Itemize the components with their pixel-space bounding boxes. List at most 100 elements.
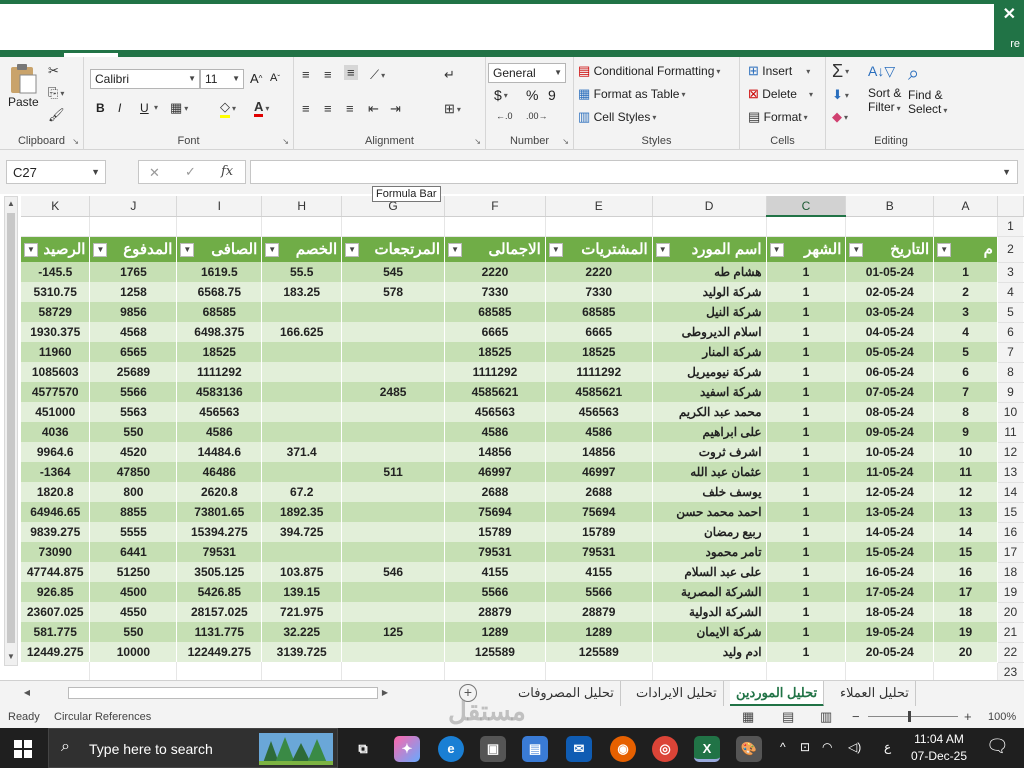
column-header-b[interactable]: B — [845, 196, 935, 217]
row-header[interactable]: 14 — [996, 482, 1024, 503]
table-cell[interactable] — [261, 402, 343, 422]
column-header-f[interactable]: F — [444, 196, 546, 217]
close-icon[interactable]: ✕ — [1003, 4, 1016, 24]
scroll-right-icon[interactable]: ▶ — [378, 686, 392, 700]
cell-i1[interactable] — [176, 216, 263, 237]
cell-f23[interactable] — [444, 662, 546, 683]
table-cell[interactable]: 1 — [766, 622, 847, 642]
table-cell[interactable]: 01-05-24 — [845, 262, 935, 282]
italic-button[interactable]: I — [118, 101, 121, 115]
table-cell[interactable]: 4500 — [89, 582, 178, 602]
table-cell[interactable] — [341, 522, 446, 542]
table-cell[interactable]: 79531 — [176, 542, 263, 562]
format-as-table-button[interactable]: ▦ Format as Table ▾ — [578, 86, 685, 102]
cut-button[interactable]: ✂ — [48, 63, 59, 79]
shrink-font-button[interactable]: Aˇ — [270, 72, 280, 84]
table-cell[interactable]: 18525 — [176, 342, 263, 362]
cell-c23[interactable] — [766, 662, 847, 683]
table-cell[interactable]: 7330 — [545, 282, 653, 302]
table-cell[interactable]: 15-05-24 — [845, 542, 935, 562]
currency-button[interactable]: $ ▾ — [494, 87, 508, 103]
cell-k23[interactable] — [21, 662, 91, 683]
page-break-view-icon[interactable]: ▥ — [820, 709, 832, 725]
filter-dropdown-icon[interactable]: ▼ — [849, 242, 864, 257]
launcher-icon[interactable]: ↘ — [474, 137, 481, 146]
table-cell[interactable]: 2 — [933, 282, 998, 302]
increase-decimal-button[interactable]: ←.0 — [496, 111, 513, 121]
table-cell[interactable]: تامر محمود — [652, 542, 767, 562]
table-cell[interactable]: 11960 — [21, 342, 91, 362]
table-cell[interactable]: 4520 — [89, 442, 178, 462]
table-cell[interactable]: 125589 — [545, 642, 653, 662]
table-cell[interactable]: 12449.275 — [21, 642, 91, 662]
table-cell[interactable]: شركة الايمان — [652, 622, 767, 642]
row-header[interactable]: 22 — [996, 642, 1024, 663]
header-cell[interactable]: ▼ التاريخ — [845, 236, 935, 262]
table-cell[interactable]: 2688 — [545, 482, 653, 502]
comma-button[interactable]: 9 — [548, 87, 556, 103]
row-header[interactable]: 13 — [996, 462, 1024, 483]
table-cell[interactable] — [341, 302, 446, 322]
cell-g1[interactable] — [341, 216, 446, 237]
table-cell[interactable]: 9964.6 — [21, 442, 91, 462]
table-cell[interactable]: 17 — [933, 582, 998, 602]
sheet-tab-3[interactable]: تحليل الموردين — [730, 681, 825, 707]
cell-d1[interactable] — [652, 216, 767, 237]
zoom-out-icon[interactable]: − — [852, 709, 860, 724]
table-cell[interactable]: 06-05-24 — [845, 362, 935, 382]
cell-d23[interactable] — [652, 662, 767, 683]
cell-f1[interactable] — [444, 216, 546, 237]
table-cell[interactable]: 721.975 — [261, 602, 343, 622]
header-cell[interactable]: ▼ الاجمالى — [444, 236, 546, 262]
filter-dropdown-icon[interactable]: ▼ — [93, 242, 108, 257]
table-cell[interactable]: 03-05-24 — [845, 302, 935, 322]
cell-b23[interactable] — [845, 662, 935, 683]
table-cell[interactable]: الشركة الدولية — [652, 602, 767, 622]
filter-dropdown-icon[interactable]: ▼ — [180, 242, 195, 257]
cell-e1[interactable] — [545, 216, 653, 237]
table-cell[interactable]: 20-05-24 — [845, 642, 935, 662]
filter-dropdown-icon[interactable]: ▼ — [345, 242, 360, 257]
worksheet-grid[interactable]: ▲ ▼ K J I H G F E D C B A 1 ▼ الرصيد ▼ المدفوع ▼ الصافى ▼ ا… — [0, 196, 1024, 683]
launcher-icon[interactable]: ↘ — [282, 137, 289, 146]
table-cell[interactable]: 10000 — [89, 642, 178, 662]
table-cell[interactable]: 2485 — [341, 382, 446, 402]
scroll-thumb[interactable] — [7, 213, 15, 643]
table-cell[interactable]: 1 — [766, 642, 847, 662]
number-format-select[interactable]: General ▼ — [488, 63, 566, 83]
table-cell[interactable]: 8 — [933, 402, 998, 422]
table-cell[interactable]: 456563 — [444, 402, 546, 422]
enter-icon[interactable]: ✓ — [185, 164, 196, 180]
table-cell[interactable]: 1 — [766, 322, 847, 342]
launcher-icon[interactable]: ↘ — [562, 137, 569, 146]
wifi-icon[interactable]: ◠ — [822, 740, 832, 754]
table-cell[interactable]: 79531 — [444, 542, 546, 562]
table-cell[interactable] — [261, 362, 343, 382]
table-cell[interactable]: 11 — [933, 462, 998, 482]
row-header[interactable]: 17 — [996, 542, 1024, 563]
column-header-c[interactable]: C — [766, 196, 847, 217]
borders-button[interactable]: ▦ ▾ — [170, 100, 188, 116]
cell-a23[interactable] — [933, 662, 998, 683]
clear-button[interactable]: ◆ ▾ — [832, 109, 848, 125]
zoom-in-icon[interactable]: + — [964, 709, 972, 724]
percent-button[interactable]: % — [526, 87, 538, 103]
table-cell[interactable]: 07-05-24 — [845, 382, 935, 402]
table-cell[interactable]: 3505.125 — [176, 562, 263, 582]
table-cell[interactable]: 19 — [933, 622, 998, 642]
table-cell[interactable]: 183.25 — [261, 282, 343, 302]
bold-button[interactable]: B — [96, 101, 105, 115]
column-header-d[interactable]: D — [652, 196, 767, 217]
zoom-level[interactable]: 100% — [988, 711, 1016, 723]
sheet-tab-2[interactable]: تحليل الايرادات — [630, 681, 724, 707]
header-cell[interactable]: ▼ الصافى — [176, 236, 263, 262]
column-header-k[interactable]: K — [21, 196, 91, 217]
table-cell[interactable]: 125589 — [444, 642, 546, 662]
increase-indent-button[interactable]: ⇥ — [390, 101, 401, 117]
table-cell[interactable]: 1085603 — [21, 362, 91, 382]
table-cell[interactable]: 1289 — [444, 622, 546, 642]
table-cell[interactable]: 5563 — [89, 402, 178, 422]
table-cell[interactable]: الشركة المصرية — [652, 582, 767, 602]
cell-h1[interactable] — [261, 216, 343, 237]
table-cell[interactable]: 75694 — [444, 502, 546, 522]
